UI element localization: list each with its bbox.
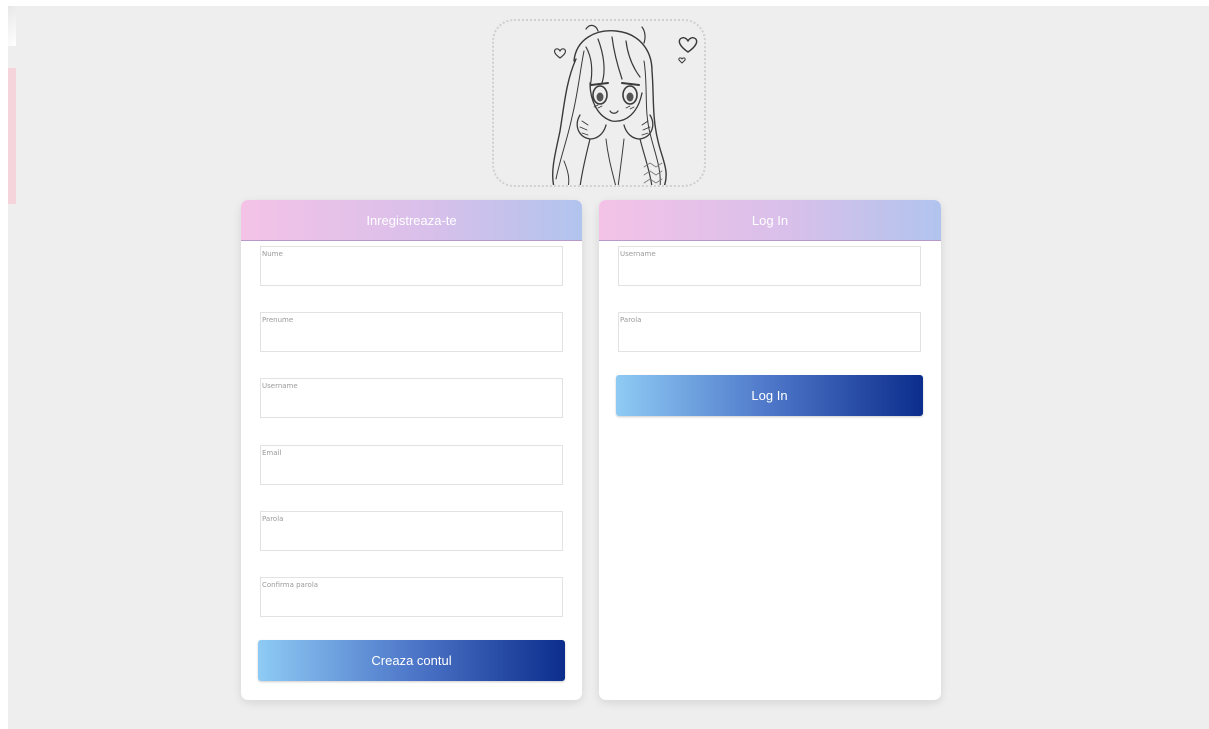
email-field[interactable]: Email — [260, 445, 563, 485]
register-username-field[interactable]: Username — [260, 378, 563, 418]
heart-icon — [678, 37, 698, 53]
email-input[interactable] — [261, 446, 562, 484]
last-name-input[interactable] — [261, 313, 562, 351]
heart-icon — [678, 57, 686, 64]
login-card: Log In Username Parola Log In — [599, 200, 941, 700]
confirm-password-input[interactable] — [261, 578, 562, 616]
first-name-field[interactable]: Nume — [260, 246, 563, 286]
side-tab — [8, 68, 16, 204]
login-title: Log In — [751, 212, 789, 228]
window-edge-corner — [8, 6, 16, 46]
login-username-field[interactable]: Username — [618, 246, 921, 286]
register-password-field[interactable]: Parola — [260, 511, 563, 551]
last-name-field[interactable]: Prenume — [260, 312, 563, 352]
page-background: Inregistreaza-te Nume Prenume Username E… — [8, 6, 1209, 729]
login-password-field[interactable]: Parola — [618, 312, 921, 352]
register-title: Inregistreaza-te — [366, 212, 457, 228]
confirm-password-field[interactable]: Confirma parola — [260, 577, 563, 617]
register-username-input[interactable] — [261, 379, 562, 417]
login-card-header: Log In — [599, 200, 941, 241]
create-account-button[interactable]: Creaza contul — [258, 640, 565, 681]
first-name-input[interactable] — [261, 247, 562, 285]
anime-girl-sketch-avatar-icon — [551, 24, 698, 185]
register-card-header: Inregistreaza-te — [241, 200, 582, 241]
login-password-input[interactable] — [619, 313, 920, 351]
register-card: Inregistreaza-te Nume Prenume Username E… — [241, 200, 582, 700]
login-username-input[interactable] — [619, 247, 920, 285]
login-button[interactable]: Log In — [616, 375, 923, 416]
avatar — [492, 19, 706, 187]
register-password-input[interactable] — [261, 512, 562, 550]
heart-icon — [553, 48, 567, 59]
